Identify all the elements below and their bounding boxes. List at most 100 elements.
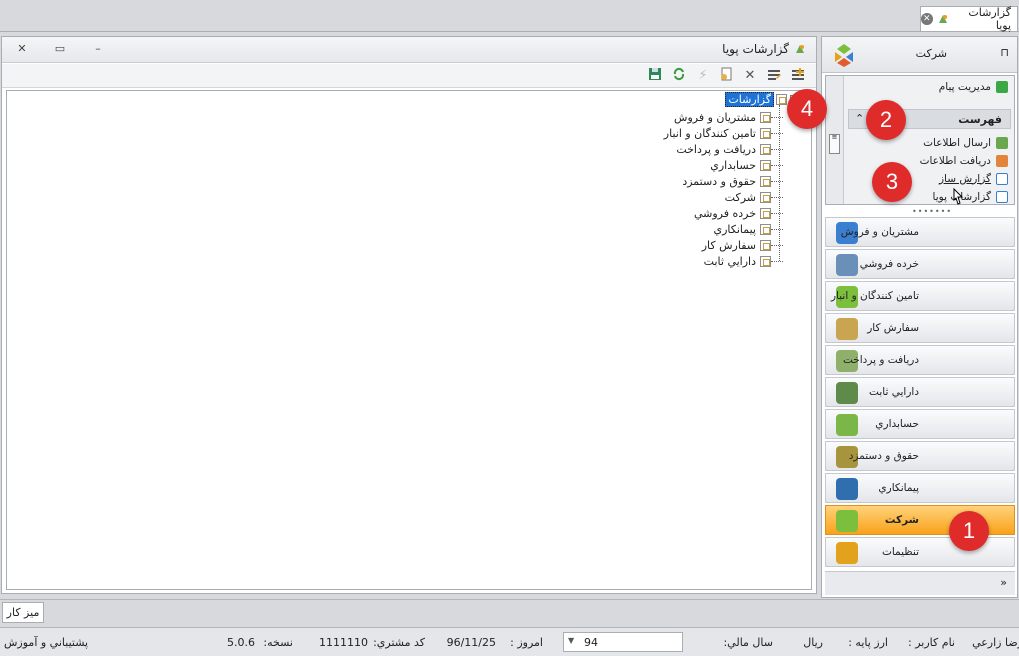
module-icon [836, 414, 858, 436]
close-window-icon[interactable]: ✕ [14, 42, 30, 56]
window-title-bar: ✕ ▭ – گزارشات پويا [2, 37, 816, 63]
fiscal-year-select[interactable]: 94 ▼ [563, 632, 683, 652]
customer-code-value: 1111110 [319, 636, 368, 649]
module-button[interactable]: سفارش كار [825, 313, 1015, 343]
desktop-button[interactable]: ميز كار [2, 602, 44, 623]
tree-node-label[interactable]: دارايي ثابت [704, 255, 756, 268]
tree-node[interactable]: حقوق و دستمزد [682, 173, 783, 189]
report-group-icon [760, 207, 771, 219]
currency-label: ارز پايه : [848, 636, 888, 649]
fiscal-year-value: 94 [584, 636, 598, 649]
tree-node[interactable]: دارايي ثابت [704, 253, 783, 269]
tree-node[interactable]: خرده فروشي [694, 205, 783, 221]
module-button[interactable]: مشتريان و فروش [825, 217, 1015, 247]
dynamic-reports-icon [996, 190, 1008, 203]
report-group-icon [760, 143, 771, 155]
tree-node-label[interactable]: پيمانكاري [713, 223, 756, 236]
module-label: سفارش كار [867, 322, 919, 334]
tree-node[interactable]: حسابداري [710, 157, 783, 173]
report-tree: − گزارشات مشتريان و فروش تامين كنندگان و… [6, 90, 812, 590]
tree-node[interactable]: دريافت و پرداخت [676, 141, 783, 157]
module-button[interactable]: تنظيمات [825, 537, 1015, 567]
support-link[interactable]: پشتيباني و آموزش [4, 636, 88, 649]
module-button[interactable]: پيمانكاري [825, 473, 1015, 503]
tree-node[interactable]: تامين كنندگان و انبار [664, 125, 783, 141]
module-button[interactable]: دارايي ثابت [825, 377, 1015, 407]
report-builder-icon [996, 172, 1008, 185]
user-name-label: نام كاربر : [908, 636, 955, 649]
delete-icon[interactable]: ✕ [741, 67, 759, 85]
tree-node[interactable]: سفارش كار [702, 237, 783, 253]
tab-close-icon[interactable]: ✕ [921, 13, 933, 25]
scrollbar-thumb[interactable]: ≡ [829, 134, 840, 154]
tree-node-label[interactable]: مشتريان و فروش [674, 111, 756, 124]
fiscal-year-label: سال مالي: [723, 636, 773, 649]
collapse-chevron-icon[interactable]: ⌃ [855, 112, 864, 125]
minimize-window-icon[interactable]: – [90, 42, 106, 56]
module-icon [836, 510, 858, 532]
version-value: 5.0.6 [227, 636, 255, 649]
run-icon[interactable]: ⚡ [694, 67, 712, 85]
chevron-down-icon[interactable]: ▼ [568, 636, 574, 645]
tree-node-label[interactable]: خرده فروشي [694, 207, 756, 220]
list-group-title: فهرست [958, 113, 1002, 126]
receive-icon [996, 154, 1008, 167]
send-data-label: ارسال اطلاعات [923, 136, 991, 149]
tree-node[interactable]: پيمانكاري [713, 221, 783, 237]
company-logo-icon [835, 44, 853, 67]
refresh-icon[interactable] [670, 67, 688, 85]
save-icon[interactable] [646, 67, 664, 85]
pin-icon[interactable]: ⊓ [1000, 46, 1009, 59]
tree-root-label[interactable]: گزارشات [725, 91, 774, 107]
add-icon[interactable] [789, 67, 807, 85]
module-button[interactable]: حقوق و دستمزد [825, 441, 1015, 471]
module-button[interactable]: حسابداري [825, 409, 1015, 439]
taskbar: ميز كار [0, 599, 1019, 625]
user-name-value: رضا زارعي [972, 636, 1019, 649]
panel-splitter[interactable]: ••••••• [912, 207, 952, 216]
report-builder-item[interactable]: گزارش ساز [939, 170, 1008, 187]
module-button[interactable]: دريافت و پرداخت [825, 345, 1015, 375]
message-management-item[interactable]: مديريت پيام [939, 78, 1008, 95]
tree-node-label[interactable]: دريافت و پرداخت [676, 143, 756, 156]
message-management-label: مديريت پيام [938, 80, 991, 93]
module-button[interactable]: خرده فروشي [825, 249, 1015, 279]
module-label: حقوق و دستمزد [848, 450, 919, 462]
tab-dynamic-reports[interactable]: گزارشات پويا ✕ [920, 6, 1018, 32]
maximize-window-icon[interactable]: ▭ [52, 42, 68, 56]
tree-node-label[interactable]: تامين كنندگان و انبار [664, 127, 756, 140]
marker-2: 2 [866, 100, 906, 140]
edit-icon[interactable] [765, 67, 783, 85]
expand-chevron-icon[interactable]: » [1000, 576, 1007, 589]
module-label: مشتريان و فروش [840, 226, 919, 238]
tree-node[interactable]: شركت [725, 189, 783, 205]
window-title: گزارشات پويا [722, 42, 806, 56]
upper-list: ≡ مديريت پيام فهرست ⌃ ارسال اطلاعات دريا… [825, 75, 1015, 205]
marker-4: 4 [787, 89, 827, 129]
report-leaf-icon [938, 15, 947, 23]
module-icon [836, 254, 858, 276]
currency-value: ريال [803, 636, 823, 649]
module-label: دارايي ثابت [869, 386, 919, 398]
module-button[interactable]: تامين كنندگان و انبار [825, 281, 1015, 311]
tree-node-label[interactable]: شركت [725, 191, 756, 204]
message-icon [996, 80, 1008, 93]
tree-node[interactable]: مشتريان و فروش [674, 109, 783, 125]
marker-3: 3 [872, 162, 912, 202]
dynamic-reports-item[interactable]: گزارشات پويا [933, 188, 1008, 204]
report-group-icon [760, 159, 771, 171]
mouse-cursor-icon [953, 188, 964, 205]
navigation-panel: شركت ⊓ ≡ مديريت پيام فهرست ⌃ ارسال اطلاع… [821, 36, 1018, 598]
tree-node-label[interactable]: حسابداري [710, 159, 756, 172]
status-bar: نام كاربر : رضا زارعي ارز پايه : ريال سا… [0, 627, 1019, 656]
module-label: تنظيمات [881, 546, 919, 558]
tree-node-label[interactable]: سفارش كار [702, 239, 756, 252]
module-label: دريافت و پرداخت [842, 354, 919, 366]
new-document-icon[interactable] [717, 67, 735, 85]
send-data-item[interactable]: ارسال اطلاعات [923, 134, 1008, 151]
receive-data-item[interactable]: دريافت اطلاعات [920, 152, 1008, 169]
vertical-scrollbar[interactable]: ≡ [826, 76, 844, 204]
nav-header: شركت ⊓ [822, 37, 1017, 73]
today-label: امروز : [510, 636, 543, 649]
tree-node-label[interactable]: حقوق و دستمزد [682, 175, 756, 188]
